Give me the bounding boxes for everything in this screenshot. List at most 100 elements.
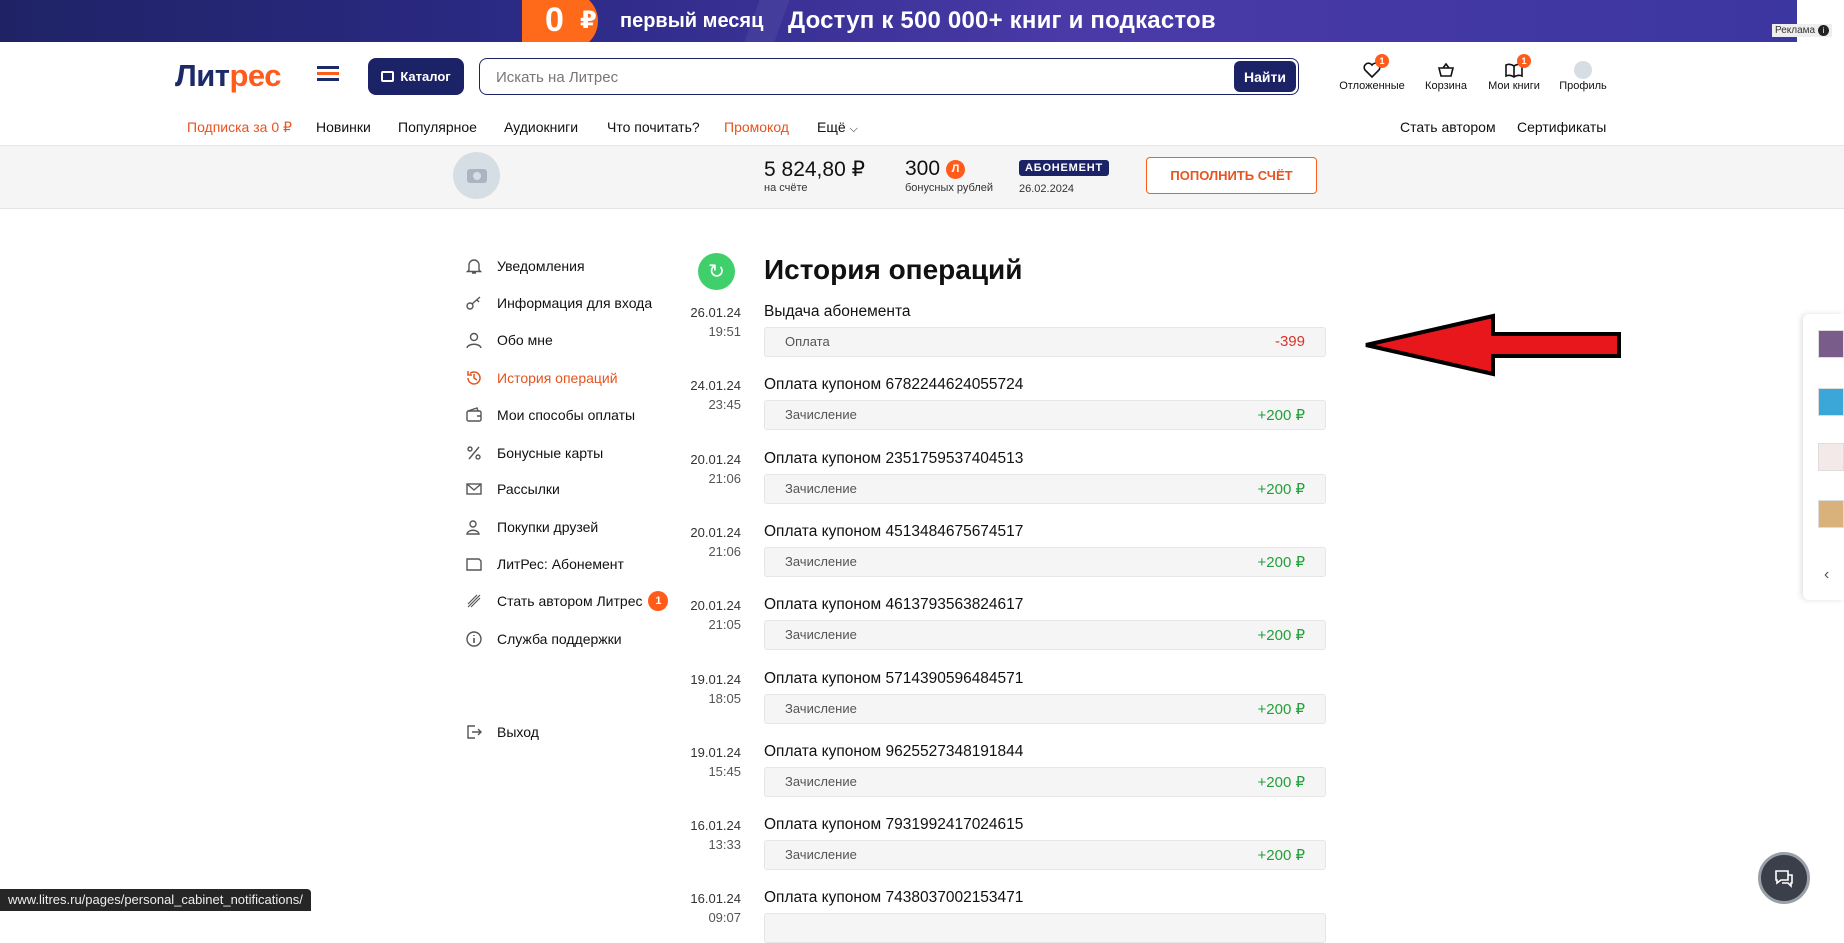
sidebar-item[interactable]: Уведомления — [463, 254, 585, 278]
operation-date: 16.01.24 — [690, 891, 741, 906]
sidebar-item-label: ЛитРес: Абонемент — [497, 556, 624, 572]
operation-detail-row: Оплата -399 — [764, 327, 1326, 357]
nav-audiobooks[interactable]: Аудиокниги — [504, 119, 578, 135]
operation-date: 16.01.24 — [690, 818, 741, 833]
heart-icon: 1 — [1336, 54, 1408, 80]
sidebar-item[interactable]: История операций — [463, 366, 618, 390]
pen-icon — [463, 592, 485, 610]
operation-amount: +200 ₽ — [1257, 774, 1306, 791]
balance-label: на счёте — [764, 182, 808, 194]
my-books-label: Мои книги — [1488, 80, 1540, 92]
profile-button[interactable]: Профиль — [1555, 60, 1611, 92]
sidebar-item-label: Выход — [497, 724, 539, 740]
operation-amount: +200 ₽ — [1257, 554, 1306, 571]
recommendation-thumb[interactable] — [1818, 443, 1844, 471]
nav-more[interactable]: Ещё ⌵ — [817, 119, 858, 136]
nav-become-author[interactable]: Стать автором — [1400, 119, 1496, 135]
search-button[interactable]: Найти — [1234, 61, 1296, 92]
sidebar-item[interactable]: Служба поддержки — [463, 627, 622, 651]
nav-popular[interactable]: Популярное — [398, 119, 477, 135]
nav-new[interactable]: Новинки — [316, 119, 371, 135]
status-bar-url: www.litres.ru/pages/personal_cabinet_not… — [0, 889, 311, 911]
camera-icon — [466, 168, 487, 183]
catalog-icon — [381, 71, 395, 82]
sidebar-item-label: Уведомления — [497, 258, 585, 274]
sidebar-item-label: Обо мне — [497, 332, 553, 348]
recommendation-thumb[interactable] — [1818, 330, 1844, 358]
sidebar-item[interactable]: Информация для входа — [463, 291, 652, 315]
operation-amount: +200 ₽ — [1257, 627, 1306, 644]
user-icon — [463, 331, 485, 349]
promo-price: 0 — [545, 1, 564, 39]
operation-date: 24.01.24 — [690, 378, 741, 393]
operation-date: 20.01.24 — [690, 452, 741, 467]
sidebar-item[interactable]: Бонусные карты — [463, 441, 603, 465]
recommendation-thumb[interactable] — [1818, 500, 1844, 528]
subscription-date: 26.02.2024 — [1019, 183, 1075, 195]
promo-offer: первый месяц — [620, 10, 764, 32]
cart-button[interactable]: Корзина — [1418, 60, 1474, 92]
deferred-label: Отложенные — [1339, 80, 1405, 92]
operation-title: Оплата купоном 9625527348191844 — [764, 743, 1024, 760]
ad-label-text: Реклама — [1775, 25, 1816, 36]
promo-currency: ₽ — [580, 7, 597, 34]
operation-time: 19:51 — [708, 324, 741, 339]
operation-detail-row: Зачисление +200 ₽ — [764, 474, 1326, 504]
promo-banner[interactable]: 0 ₽ первый месяц Доступ к 500 000+ книг … — [0, 0, 1797, 42]
operation-kind: Зачисление — [785, 554, 857, 569]
logout-icon — [463, 724, 485, 740]
profile-photo[interactable] — [453, 152, 500, 199]
operation-kind: Оплата — [785, 334, 830, 349]
operation-kind: Зачисление — [785, 407, 857, 422]
operation-detail-row: Зачисление +200 ₽ — [764, 840, 1326, 870]
operation-detail-row: Зачисление +200 ₽ — [764, 400, 1326, 430]
sidebar-item[interactable]: Покупки друзей — [463, 515, 598, 539]
operation-title: Оплата купоном 5714390596484571 — [764, 670, 1024, 687]
subscription-badge[interactable]: АБОНЕМЕНТ — [1019, 160, 1110, 176]
chat-button[interactable] — [1758, 852, 1810, 904]
nav-what-to-read[interactable]: Что почитать? — [607, 119, 700, 135]
friends-icon — [463, 518, 485, 536]
operation-amount: -399 — [1274, 333, 1305, 350]
nav-subscription[interactable]: Подписка за 0 ₽ — [187, 119, 292, 136]
operation-detail-row: Зачисление +200 ₽ — [764, 547, 1326, 577]
my-books-button[interactable]: 1 Мои книги — [1482, 54, 1546, 92]
sidebar-item[interactable]: Обо мне — [463, 328, 553, 352]
search-input[interactable] — [494, 66, 1174, 88]
operation-date: 19.01.24 — [690, 672, 741, 687]
sidebar-item-label: Служба поддержки — [497, 631, 622, 647]
sidebar-item[interactable]: Рассылки — [463, 477, 560, 501]
sidebar-item-logout[interactable]: Выход — [463, 720, 539, 744]
topup-button[interactable]: ПОПОЛНИТЬ СЧЁТ — [1146, 157, 1317, 194]
operation-kind: Зачисление — [785, 627, 857, 642]
operation-title: Оплата купоном 7438037002153471 — [764, 889, 1024, 906]
key-icon — [463, 294, 485, 312]
operation-amount: +200 ₽ — [1257, 407, 1306, 424]
page-title: История операций — [764, 254, 1023, 285]
chevron-left-icon[interactable]: ‹ — [1824, 566, 1829, 584]
catalog-button[interactable]: Каталог — [368, 58, 464, 95]
operation-kind: Зачисление — [785, 847, 857, 862]
nav-promo-code[interactable]: Промокод — [724, 119, 789, 135]
logo-part2: рес — [229, 58, 282, 93]
recommendation-thumb[interactable] — [1818, 388, 1844, 416]
history-icon — [463, 369, 485, 387]
sidebar-item-label: Информация для входа — [497, 295, 653, 311]
balance-amount: 5 824,80 ₽ — [764, 158, 865, 181]
sidebar-item-label: Бонусные карты — [497, 445, 604, 461]
operation-title: Оплата купоном 4613793563824617 — [764, 596, 1024, 613]
operation-title: Оплата купоном 2351759537404513 — [764, 450, 1024, 467]
sidebar-item[interactable]: ЛитРес: Абонемент — [463, 552, 624, 576]
percent-icon — [463, 444, 485, 462]
sidebar-item[interactable]: Мои способы оплаты — [463, 403, 635, 427]
operation-time: 23:45 — [708, 397, 741, 412]
sidebar-item[interactable]: Стать автором Литрес 1 — [463, 589, 669, 613]
ad-label[interactable]: Реклама i — [1772, 24, 1833, 37]
chat-icon — [1775, 870, 1793, 888]
chevron-down-icon: ⌵ — [849, 123, 858, 135]
logo[interactable]: Литрес — [175, 58, 282, 94]
deferred-button[interactable]: 1 Отложенные — [1336, 54, 1408, 92]
info-icon: i — [1818, 25, 1830, 36]
nav-certificates[interactable]: Сертификаты — [1517, 119, 1606, 135]
operation-date: 20.01.24 — [690, 598, 741, 613]
